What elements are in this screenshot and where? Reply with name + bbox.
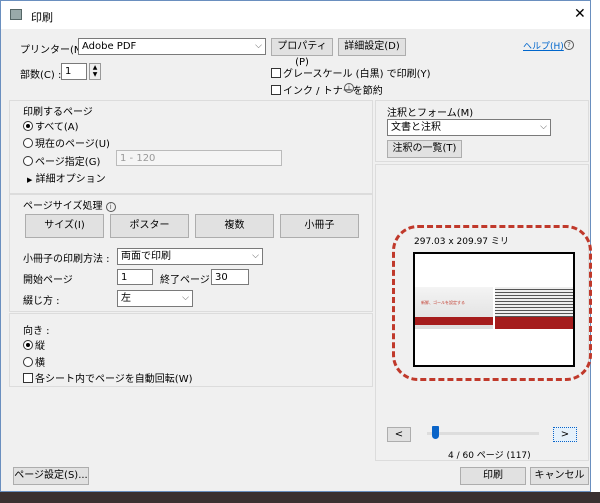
copies-label: 部数(C) : [20, 70, 62, 81]
annotations-title: 注釈とフォーム(M) [387, 108, 474, 119]
close-icon[interactable]: ✕ [574, 6, 586, 22]
copies-input[interactable]: 1 [61, 63, 87, 80]
poster-button[interactable]: ポスター [110, 214, 189, 238]
multiple-button[interactable]: 複数 [195, 214, 274, 238]
cancel-button[interactable]: キャンセル [530, 467, 589, 485]
properties-button[interactable]: プロパティ(P) [271, 38, 333, 68]
slide-right [495, 287, 573, 329]
next-page-button[interactable]: > [553, 427, 577, 442]
info-icon[interactable]: i [344, 83, 354, 93]
booklet-button[interactable]: 小冊子 [280, 214, 359, 238]
annotations-summary-button[interactable]: 注釈の一覧(T) [387, 140, 462, 158]
auto-rotate-checkbox[interactable]: 各シート内でページを自動回転(W) [23, 370, 193, 385]
more-options-toggle[interactable]: ▶ 詳細オプション [27, 170, 106, 185]
chevron-down-icon: ⌵ [255, 41, 262, 51]
radio-portrait-label: 縦 [35, 341, 45, 352]
help-icon[interactable]: ? [564, 40, 574, 50]
print-dialog: 印刷 ✕ プリンター(N) : Adobe PDF ⌵ プロパティ(P) 詳細設定… [0, 0, 592, 492]
help-link[interactable]: ヘルプ(H) [523, 39, 564, 52]
booklet-mode-value: 両面で印刷 [121, 251, 171, 262]
binding-value: 左 [121, 293, 131, 304]
radio-range[interactable]: ページ指定(G) [23, 153, 100, 168]
info-icon[interactable]: i [105, 202, 116, 212]
page-slider-thumb[interactable] [432, 426, 440, 439]
page-setup-button[interactable]: ページ設定(S)... [13, 467, 89, 485]
annotations-panel: 注釈とフォーム(M) 文書と注釈 ⌵ 注釈の一覧(T) [375, 100, 589, 162]
preview-panel: 297.03 x 209.97 ミリ 新鮮、ゴールを設定する < > 4 / 6… [375, 164, 592, 461]
page-info: 4 / 60 ページ (117) [448, 451, 531, 461]
print-button[interactable]: 印刷 [460, 467, 526, 485]
radio-all-label: すべて(A) [35, 122, 79, 133]
slide-red-bar [495, 317, 573, 329]
sizing-title-text: ページサイズ処理 [23, 201, 103, 212]
start-page-input[interactable]: 1 [117, 269, 153, 285]
printer-select[interactable]: Adobe PDF ⌵ [78, 38, 266, 55]
slide-left: 新鮮、ゴールを設定する [415, 287, 493, 329]
page-preview: 新鮮、ゴールを設定する [413, 252, 575, 367]
annotations-value: 文書と注釈 [391, 122, 441, 133]
chevron-down-icon: ⌵ [182, 293, 189, 303]
radio-range-label: ページ指定(G) [35, 157, 101, 168]
end-page-label: 終了ページ [160, 275, 210, 286]
save-ink-label: インク / トナーを節約 [283, 86, 383, 97]
radio-landscape[interactable]: 横 [23, 354, 45, 369]
orientation-panel: 向き : 縦 横 各シート内でページを自動回転(W) [9, 313, 373, 387]
chevron-down-icon: ⌵ [252, 251, 259, 261]
binding-select[interactable]: 左 ⌵ [117, 290, 193, 307]
paper-size-label: 297.03 x 209.97 ミリ [414, 237, 509, 247]
save-ink-checkbox[interactable]: インク / トナーを節約 [271, 82, 383, 97]
radio-current[interactable]: 現在のページ(U) [23, 135, 110, 150]
radio-current-label: 現在のページ(U) [35, 139, 110, 150]
title-bar: 印刷 ✕ [1, 1, 590, 29]
chevron-down-icon: ⌵ [540, 122, 547, 132]
window-title: 印刷 [31, 11, 53, 24]
copies-spinner[interactable]: ▲ ▼ [89, 63, 101, 80]
radio-portrait[interactable]: 縦 [23, 337, 45, 352]
auto-rotate-label: 各シート内でページを自動回転(W) [35, 374, 193, 385]
size-button[interactable]: サイズ(I) [25, 214, 104, 238]
binding-label: 綴じ方 : [23, 296, 60, 307]
orientation-title: 向き : [23, 326, 50, 337]
booklet-mode-select[interactable]: 両面で印刷 ⌵ [117, 248, 263, 265]
triangle-right-icon: ▶ [27, 176, 33, 184]
slide-title: 新鮮、ゴールを設定する [421, 300, 465, 305]
slide-red-bar [415, 317, 493, 325]
grayscale-label: グレースケール (白黒) で印刷(Y) [283, 69, 431, 80]
page-range-input[interactable]: 1 - 120 [116, 150, 282, 166]
page-sizing-panel: ページサイズ処理 i サイズ(I) ポスター 複数 小冊子 小冊子の印刷方法 :… [9, 194, 373, 312]
page-slider-track[interactable] [427, 432, 539, 435]
annotations-select[interactable]: 文書と注釈 ⌵ [387, 119, 551, 136]
pages-title: 印刷するページ [23, 107, 93, 118]
printer-value: Adobe PDF [82, 41, 137, 52]
prev-page-button[interactable]: < [387, 427, 411, 442]
pages-panel: 印刷するページ すべて(A) 現在のページ(U) ページ指定(G) 1 - 12… [9, 100, 373, 194]
radio-all[interactable]: すべて(A) [23, 118, 79, 133]
sizing-title: ページサイズ処理 i [23, 197, 116, 212]
booklet-mode-label: 小冊子の印刷方法 : [23, 254, 110, 265]
printer-icon [10, 9, 22, 20]
grayscale-checkbox[interactable]: グレースケール (白黒) で印刷(Y) [271, 65, 431, 80]
more-options-label: 詳細オプション [35, 174, 106, 185]
end-page-input[interactable]: 30 [211, 269, 249, 285]
advanced-button[interactable]: 詳細設定(D) [338, 38, 406, 56]
radio-landscape-label: 横 [35, 358, 45, 369]
start-page-label: 開始ページ [23, 275, 73, 286]
